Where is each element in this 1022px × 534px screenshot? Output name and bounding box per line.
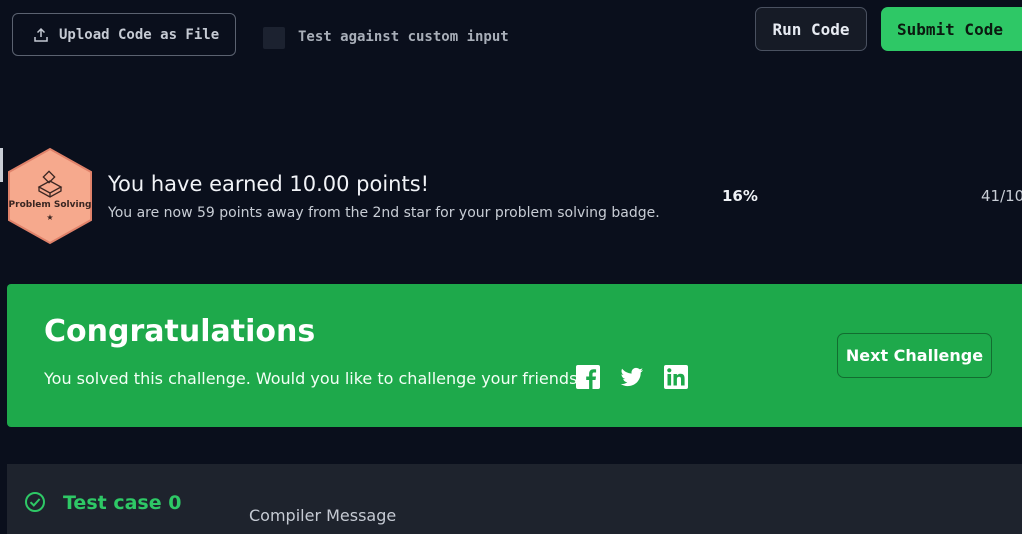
- points-earned-title: You have earned 10.00 points!: [108, 172, 430, 196]
- facebook-icon[interactable]: [576, 365, 600, 389]
- badge-progress-count: 41/100: [981, 187, 1022, 205]
- upload-icon: [34, 27, 48, 42]
- submit-code-button[interactable]: Submit Code: [881, 7, 1022, 51]
- linkedin-icon[interactable]: [664, 365, 688, 389]
- run-code-button[interactable]: Run Code: [755, 7, 867, 51]
- congratulations-message: You solved this challenge. Would you lik…: [44, 369, 586, 388]
- check-circle-icon: [25, 492, 45, 512]
- points-earned-subtitle: You are now 59 points away from the 2nd …: [108, 205, 660, 221]
- custom-input-label[interactable]: Test against custom input: [298, 29, 509, 45]
- next-challenge-button[interactable]: Next Challenge: [837, 333, 992, 378]
- edge-marker: [0, 148, 3, 182]
- custom-input-checkbox[interactable]: [263, 27, 285, 49]
- compiler-message-label: Compiler Message: [249, 506, 397, 525]
- badge-star-icon: ★: [46, 213, 54, 222]
- upload-code-label: Upload Code as File: [59, 26, 220, 43]
- badge-label: Problem Solving: [8, 200, 92, 210]
- congratulations-banner: Congratulations You solved this challeng…: [7, 284, 1022, 427]
- twitter-icon[interactable]: [620, 365, 644, 389]
- congratulations-title: Congratulations: [44, 314, 316, 349]
- test-case-tab[interactable]: Test case 0: [63, 492, 181, 514]
- test-results-panel: Test case 0 Compiler Message: [7, 464, 1022, 534]
- upload-code-button[interactable]: Upload Code as File: [12, 13, 236, 56]
- badge-progress-percent: 16%: [722, 187, 758, 205]
- problem-solving-badge: [8, 147, 92, 245]
